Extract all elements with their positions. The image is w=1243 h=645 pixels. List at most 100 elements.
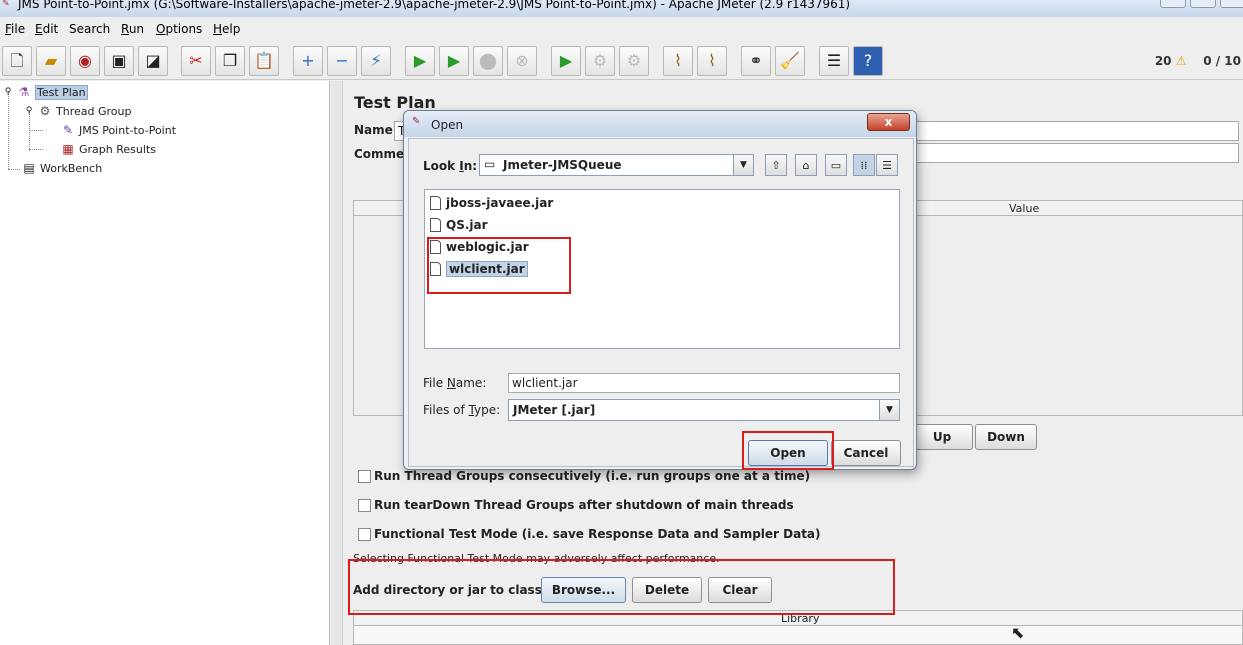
run-consecutively-label: Run Thread Groups consecutively (i.e. ru… (374, 469, 811, 483)
down-button[interactable]: Down (975, 424, 1037, 450)
jmeter-app-icon: ✎ (2, 0, 10, 9)
split-pane-divider[interactable] (331, 81, 343, 645)
functional-mode-label: Functional Test Mode (i.e. save Response… (374, 527, 821, 541)
value-column-header: Value (1009, 202, 1040, 215)
look-in-combo[interactable]: ▭ Jmeter-JMSQueue ▼ (479, 154, 754, 176)
cut-icon[interactable]: ✂ (181, 46, 211, 76)
status-indicator: 20 ⚠ 0 / 10 (1155, 54, 1241, 68)
file-type-combo[interactable]: JMeter [.jar] ▼ (508, 399, 900, 421)
search-icon[interactable]: ⚭ (741, 46, 771, 76)
copy-icon[interactable]: ❐ (215, 46, 245, 76)
open-icon[interactable]: ▰ (36, 46, 66, 76)
menu-edit[interactable]: Edit (35, 22, 58, 36)
shutdown-icon[interactable]: ⊗ (507, 46, 537, 76)
collapse-icon[interactable]: − (327, 46, 357, 76)
expand-handle-icon[interactable]: ⚲ (3, 87, 13, 97)
functional-mode-checkbox[interactable] (358, 528, 371, 541)
minimize-button[interactable] (1160, 0, 1186, 8)
test-plan-icon: ⚗ (18, 85, 30, 99)
start-no-pause-icon[interactable]: ▶ (439, 46, 469, 76)
cancel-button[interactable]: Cancel (831, 440, 901, 466)
file-icon (430, 262, 441, 276)
menu-file[interactable]: File (5, 22, 25, 36)
tree-label: Test Plan (35, 84, 88, 100)
up-button[interactable]: Up (911, 424, 973, 450)
thread-counter: 0 / 10 (1203, 54, 1241, 68)
remote-start-icon[interactable]: ▶ (551, 46, 581, 76)
remote-shutdown-icon[interactable]: ⚙ (619, 46, 649, 76)
toggle-icon[interactable]: ⚡ (361, 46, 391, 76)
tree-item-test-plan[interactable]: ⚲ ⚗ Test Plan (3, 84, 88, 100)
save-as-icon[interactable]: ◪ (138, 46, 168, 76)
window-title: JMS Point-to-Point.jmx (G:\Software-Inst… (18, 0, 851, 11)
dialog-body: Look In: ▭ Jmeter-JMSQueue ▼ ⇧ ⌂ ▭ ⁞⁞ ☰ … (408, 138, 914, 470)
workbench-icon: ▤ (23, 161, 35, 175)
new-folder-icon[interactable]: ▭ (825, 154, 847, 176)
classpath-label: Add directory or jar to classpath (353, 583, 573, 597)
thread-group-icon: ⚙ (39, 104, 51, 118)
file-item-selected[interactable]: wlclient.jar (430, 260, 528, 278)
menu-run[interactable]: Run (121, 22, 144, 36)
list-view-icon[interactable]: ⁞⁞ (853, 154, 875, 176)
help-icon[interactable]: ? (853, 46, 883, 76)
home-icon[interactable]: ⌂ (795, 154, 817, 176)
stop-icon[interactable]: ⬤ (473, 46, 503, 76)
tree-item-workbench[interactable]: ▤ WorkBench (21, 160, 102, 176)
run-teardown-checkbox[interactable] (358, 499, 371, 512)
library-table-header: Library (353, 610, 1243, 626)
test-tree: ⚲ ⚗ Test Plan ⚲ ⚙ Thread Group ✎ JMS Poi… (0, 81, 330, 645)
file-item[interactable]: jboss-javaee.jar (430, 194, 553, 212)
library-column-header: Library (781, 612, 820, 625)
expand-icon[interactable]: + (293, 46, 323, 76)
chevron-down-icon[interactable]: ▼ (733, 155, 753, 175)
menu-options[interactable]: Options (156, 22, 202, 36)
save-icon[interactable]: ▣ (104, 46, 134, 76)
clear-icon[interactable]: ⌇ (663, 46, 693, 76)
tree-item-thread-group[interactable]: ⚲ ⚙ Thread Group (24, 103, 132, 119)
file-name-field[interactable]: wlclient.jar (508, 373, 900, 393)
delete-button[interactable]: Delete (632, 577, 702, 603)
chevron-down-icon[interactable]: ▼ (879, 400, 899, 420)
clear-button[interactable]: Clear (708, 577, 772, 603)
function-helper-icon[interactable]: ☰ (819, 46, 849, 76)
file-list[interactable]: jboss-javaee.jar QS.jar weblogic.jar wlc… (424, 189, 900, 349)
clear-all-icon[interactable]: ⌇ (697, 46, 727, 76)
file-item[interactable]: QS.jar (430, 216, 488, 234)
up-one-level-icon[interactable]: ⇧ (765, 154, 787, 176)
tree-item-graph-results[interactable]: ▦ Graph Results (60, 141, 156, 157)
functional-mode-warning: Selecting Functional Test Mode may adver… (353, 552, 720, 565)
file-icon (430, 196, 441, 210)
run-consecutively-checkbox[interactable] (358, 470, 371, 483)
details-view-icon[interactable]: ☰ (876, 154, 898, 176)
open-recent-icon[interactable]: ◉ (70, 46, 100, 76)
file-type-value: JMeter [.jar] (513, 403, 596, 417)
window-close-button[interactable] (1220, 0, 1243, 8)
tree-label: WorkBench (40, 161, 103, 175)
look-in-value: Jmeter-JMSQueue (503, 158, 622, 172)
file-item[interactable]: weblogic.jar (430, 238, 529, 256)
open-button[interactable]: Open (748, 440, 828, 466)
browse-button[interactable]: Browse... (541, 577, 626, 603)
file-icon (430, 240, 441, 254)
remote-stop-icon[interactable]: ⚙ (585, 46, 615, 76)
menu-search[interactable]: Search (69, 22, 110, 36)
paste-icon[interactable]: 📋 (249, 46, 279, 76)
window-title-bar: ✎ JMS Point-to-Point.jmx (G:\Software-In… (0, 0, 1243, 17)
menu-help[interactable]: Help (213, 22, 240, 36)
sampler-icon: ✎ (62, 123, 74, 137)
new-icon[interactable]: 🗋 (2, 46, 32, 76)
graph-icon: ▦ (62, 142, 74, 156)
maximize-button[interactable] (1190, 0, 1216, 8)
dialog-title: Open (431, 118, 464, 132)
dialog-close-button[interactable]: x (867, 113, 910, 131)
reset-search-icon[interactable]: 🧹 (775, 46, 805, 76)
tree-label: JMS Point-to-Point (79, 123, 177, 137)
warning-icon[interactable]: ⚠ (1176, 54, 1187, 68)
expand-handle-icon[interactable]: ⚲ (24, 106, 34, 116)
folder-icon: ▭ (484, 157, 496, 171)
tree-item-jms-point-to-point[interactable]: ✎ JMS Point-to-Point (60, 122, 176, 138)
file-type-label: Files of Type: (423, 403, 501, 417)
name-label: Name: (354, 123, 398, 137)
library-table[interactable] (353, 626, 1243, 645)
start-icon[interactable]: ▶ (405, 46, 435, 76)
